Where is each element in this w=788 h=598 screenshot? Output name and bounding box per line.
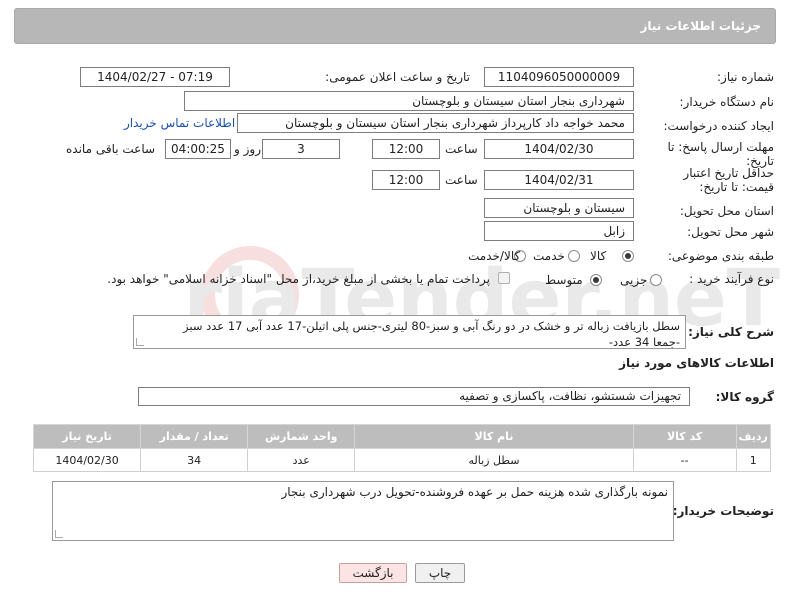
- process-medium-radio[interactable]: [590, 274, 602, 286]
- col-unit: واحد شمارش: [247, 424, 356, 449]
- announce-datetime-field: 1404/02/27 - 07:19: [80, 67, 230, 87]
- process-medium-label: متوسط: [545, 273, 583, 287]
- time-remaining-field: 04:00:25: [165, 139, 231, 159]
- cell-row: 1: [735, 448, 771, 472]
- resize-grip-icon[interactable]: [55, 530, 63, 538]
- cell-qty: 34: [140, 448, 249, 472]
- deadline-date-field: 1404/02/30: [484, 139, 634, 159]
- province-field: سیستان و بلوچستان: [484, 198, 634, 218]
- summary-line-2: -جمعا 34 عدد-: [608, 335, 680, 349]
- days-label: روز و: [234, 142, 261, 156]
- province-label: استان محل تحویل:: [679, 204, 774, 218]
- treasury-payment-checkbox[interactable]: [498, 272, 510, 284]
- buyer-contact-link[interactable]: اطلاعات تماس خریدار: [124, 116, 235, 130]
- category-label: طبقه بندی موضوعی:: [667, 249, 774, 263]
- buyer-notes-text: نمونه بارگذاری شده هزینه حمل بر عهده فرو…: [281, 485, 668, 499]
- col-code: کد کالا: [632, 424, 737, 449]
- cell-date: 1404/02/30: [32, 448, 142, 472]
- col-name: نام کالا: [354, 424, 634, 449]
- goods-group-label: گروه کالا:: [715, 390, 774, 404]
- category-goods-service-label: کالا/خدمت: [468, 249, 521, 263]
- process-label: نوع فرآیند خرید :: [689, 272, 774, 286]
- header-panel: جزئیات اطلاعات نیاز: [14, 8, 776, 44]
- cell-name: سطل زباله: [354, 448, 634, 472]
- buyer-org-field: شهرداری بنجار استان سیستان و بلوچستان: [184, 91, 634, 111]
- goods-table: ردیف کد کالا نام کالا واحد شمارش تعداد /…: [32, 424, 771, 472]
- time-remaining-label: ساعت باقی مانده: [66, 142, 156, 156]
- category-goods-radio[interactable]: [622, 250, 634, 262]
- cell-code: --: [632, 448, 737, 472]
- category-service-label: خدمت: [533, 249, 565, 263]
- back-button[interactable]: بازگشت: [339, 563, 407, 583]
- need-number-label: شماره نیاز:: [717, 70, 774, 84]
- buyer-notes-textarea: نمونه بارگذاری شده هزینه حمل بر عهده فرو…: [52, 481, 674, 541]
- category-service-radio[interactable]: [568, 250, 580, 262]
- deadline-time-field: 12:00: [372, 139, 440, 159]
- process-minor-radio[interactable]: [650, 274, 662, 286]
- price-validity-label: حداقل تاریخ اعتبار قیمت: تا تاریخ:: [683, 166, 774, 194]
- print-button[interactable]: چاپ: [415, 563, 465, 583]
- resize-grip-icon[interactable]: [136, 338, 144, 346]
- price-validity-date-field: 1404/02/31: [484, 170, 634, 190]
- summary-label: شرح کلی نیاز:: [688, 325, 774, 339]
- summary-textarea: سطل بازیافت زباله تر و خشک در دو رنگ آبی…: [133, 315, 686, 349]
- process-minor-label: جزیی: [620, 273, 648, 287]
- goods-table-header: ردیف کد کالا نام کالا واحد شمارش تعداد /…: [32, 424, 771, 449]
- goods-group-field: تجهیزات شستشو، نظافت، پاکسازی و تصفیه: [138, 387, 690, 406]
- days-remaining-field: 3: [262, 139, 340, 159]
- city-field: زابل: [484, 221, 634, 241]
- summary-line-1: سطل بازیافت زباله تر و خشک در دو رنگ آبی…: [183, 319, 680, 333]
- price-validity-time-label: ساعت: [445, 173, 478, 187]
- deadline-label: مهلت ارسال پاسخ: تا تاریخ:: [667, 140, 774, 168]
- city-label: شهر محل تحویل:: [687, 225, 774, 239]
- col-qty: تعداد / مقدار: [140, 424, 249, 449]
- col-date: تاریخ نیاز: [32, 424, 142, 449]
- treasury-payment-note: پرداخت تمام یا بخشی از مبلغ خرید،از محل …: [107, 272, 490, 286]
- creator-field: محمد خواجه داد کارپرداز شهرداری بنجار اس…: [237, 113, 634, 133]
- creator-label: ایجاد کننده درخواست:: [663, 119, 774, 133]
- announce-label: تاریخ و ساعت اعلان عمومی:: [325, 70, 470, 84]
- category-goods-label: کالا: [590, 249, 607, 263]
- goods-section-title: اطلاعات کالاهای مورد نیاز: [619, 356, 774, 370]
- price-validity-time-field: 12:00: [372, 170, 440, 190]
- deadline-time-label: ساعت: [445, 142, 478, 156]
- table-row[interactable]: 1 -- سطل زباله عدد 34 1404/02/30: [32, 448, 771, 472]
- page-title: جزئیات اطلاعات نیاز: [640, 19, 761, 33]
- need-number-field: 1104096050000009: [484, 67, 634, 87]
- cell-unit: عدد: [247, 448, 356, 472]
- buyer-org-label: نام دستگاه خریدار:: [679, 95, 775, 109]
- col-row: ردیف: [735, 424, 771, 449]
- buyer-notes-label: توضیحات خریدار:: [672, 504, 774, 518]
